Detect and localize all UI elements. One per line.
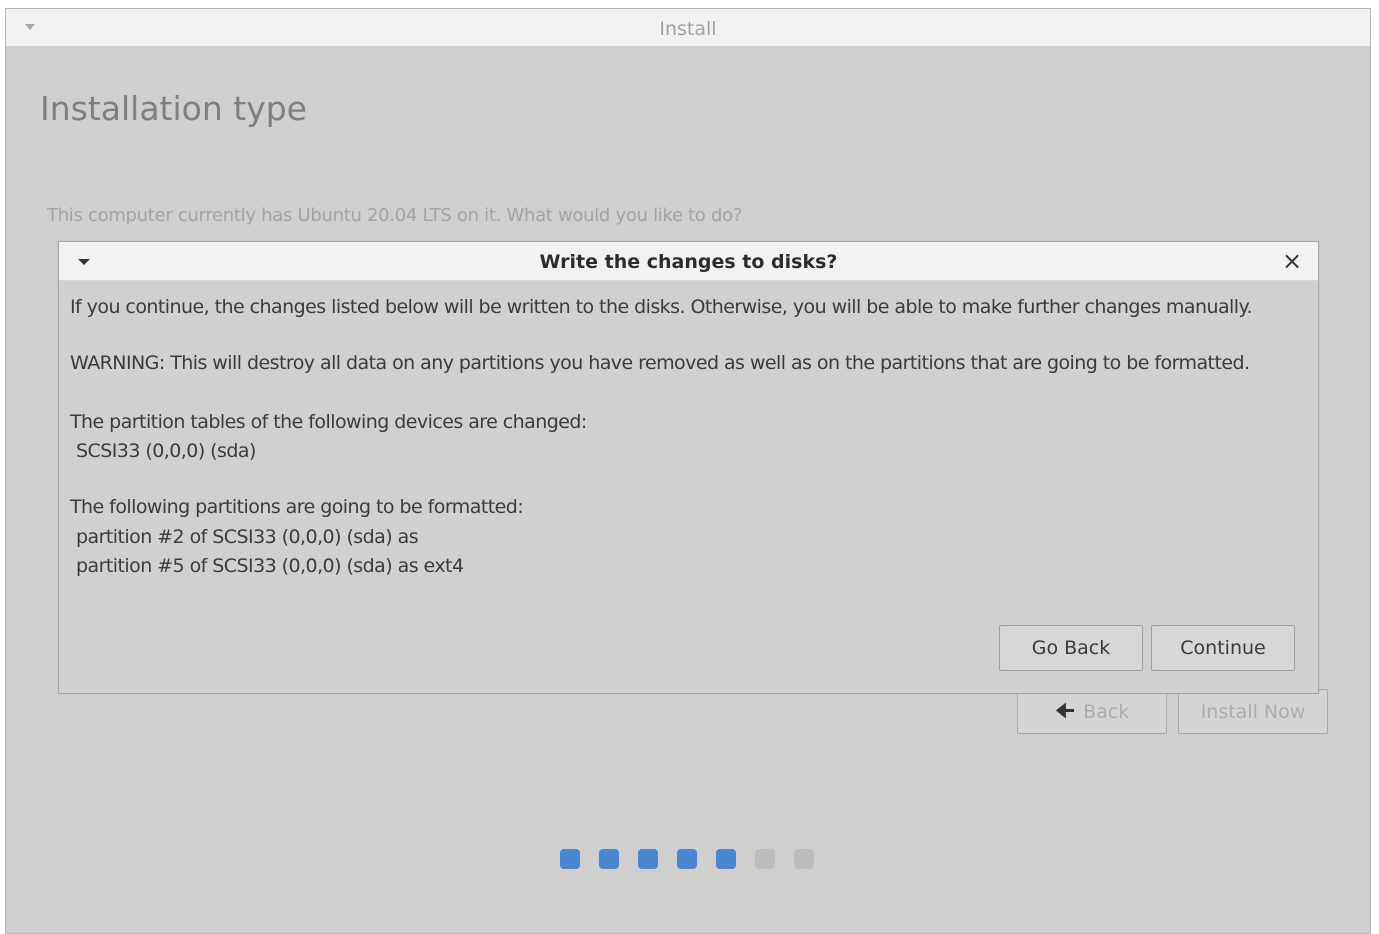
window-title: Install — [659, 18, 717, 40]
continue-button[interactable]: Continue — [1151, 625, 1295, 671]
progress-dot-pending — [794, 849, 814, 869]
dialog-info-text: If you continue, the changes listed belo… — [70, 296, 1253, 318]
formatted-partition-item: partition #2 of SCSI33 (0,0,0) (sda) as — [76, 526, 419, 548]
go-back-button-label: Go Back — [1031, 637, 1111, 659]
progress-dot-complete — [599, 849, 619, 869]
close-icon[interactable]: × — [1280, 247, 1304, 275]
back-button[interactable]: 🠈 Back — [1017, 689, 1167, 734]
progress-dot-complete — [677, 849, 697, 869]
progress-dot-complete — [638, 849, 658, 869]
install-now-button[interactable]: Install Now — [1178, 689, 1328, 734]
partition-tables-header: The partition tables of the following de… — [70, 411, 587, 433]
window-titlebar: Install — [6, 9, 1370, 47]
back-arrow-icon: 🠈 — [1054, 698, 1076, 724]
progress-dots — [560, 849, 814, 869]
page-title: Installation type — [40, 89, 307, 128]
formatted-partition-item: partition #5 of SCSI33 (0,0,0) (sda) as … — [76, 555, 464, 577]
dialog-titlebar: Write the changes to disks? × — [59, 242, 1318, 281]
confirm-dialog: Write the changes to disks? × If you con… — [58, 241, 1319, 694]
formatted-partitions-header: The following partitions are going to be… — [70, 496, 524, 518]
continue-button-label: Continue — [1180, 637, 1266, 659]
back-button-label: Back — [1083, 700, 1130, 723]
go-back-button[interactable]: Go Back — [999, 625, 1143, 671]
progress-dot-pending — [755, 849, 775, 869]
install-question: This computer currently has Ubuntu 20.04… — [47, 205, 743, 226]
progress-dot-complete — [716, 849, 736, 869]
partition-table-item: SCSI33 (0,0,0) (sda) — [76, 440, 256, 462]
install-now-button-label: Install Now — [1200, 700, 1306, 723]
dialog-warning-text: WARNING: This will destroy all data on a… — [70, 352, 1250, 374]
progress-dot-complete — [560, 849, 580, 869]
dialog-title: Write the changes to disks? — [539, 251, 838, 273]
